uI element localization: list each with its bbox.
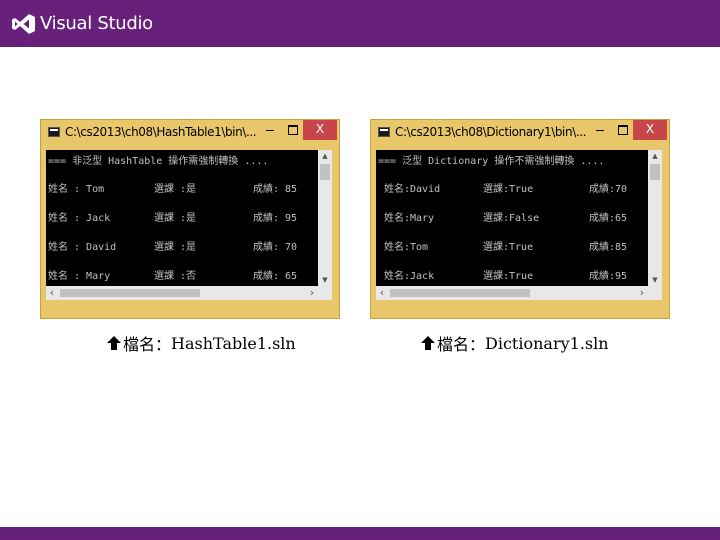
close-button[interactable]: X (633, 120, 667, 140)
scroll-thumb[interactable] (60, 289, 200, 297)
minimize-button[interactable] (589, 120, 611, 140)
close-button[interactable]: X (303, 120, 337, 140)
caption-label: 檔名： (123, 335, 172, 354)
vertical-scrollbar[interactable]: ▲ ▼ (648, 150, 662, 286)
row-choice: 選課:True (483, 271, 534, 282)
window-title: C:\cs2013\ch08\HashTable1\bin\... (65, 125, 257, 139)
scroll-left-icon[interactable]: ‹ (46, 286, 58, 300)
window-titlebar[interactable]: C:\cs2013\ch08\HashTable1\bin\... X (41, 120, 339, 146)
console-header-line: === 非泛型 HashTable 操作需強制轉換 .... (48, 156, 269, 167)
row-choice: 選課 :是 (154, 213, 197, 224)
scroll-corner (648, 286, 662, 300)
row-choice: 選課 :是 (154, 184, 197, 195)
row-score: 成績:70 (589, 184, 628, 195)
console-output[interactable]: === 非泛型 HashTable 操作需強制轉換 .... 姓名 : Tom … (46, 150, 332, 300)
row-choice: 選課:True (483, 242, 534, 253)
horizontal-scrollbar[interactable]: ‹ › (376, 286, 662, 300)
row-name: 姓名:Tom (384, 242, 429, 253)
brand-title: Visual Studio (40, 13, 153, 34)
scroll-right-icon[interactable]: › (306, 286, 318, 300)
scroll-thumb[interactable] (320, 164, 330, 180)
console-icon (48, 127, 60, 137)
caption-filename: HashTable1.sln (171, 333, 296, 353)
row-score: 成績: 65 (253, 271, 298, 282)
caption-label: 檔名： (437, 335, 486, 354)
arrow-up-icon (421, 336, 435, 350)
console-window-dictionary[interactable]: C:\cs2013\ch08\Dictionary1\bin\... X ===… (370, 119, 670, 319)
row-choice: 選課 :是 (154, 242, 197, 253)
console-output[interactable]: === 泛型 Dictionary 操作不需強制轉換 .... 姓名:David… (376, 150, 662, 300)
scroll-up-icon[interactable]: ▲ (648, 150, 662, 162)
window-title: C:\cs2013\ch08\Dictionary1\bin\... (395, 125, 587, 139)
scroll-thumb[interactable] (390, 289, 530, 297)
row-score: 成績:95 (589, 271, 628, 282)
row-score: 成績:85 (589, 242, 628, 253)
row-name: 姓名:Jack (384, 271, 435, 282)
horizontal-scrollbar[interactable]: ‹ › (46, 286, 332, 300)
scroll-thumb[interactable] (650, 164, 660, 180)
row-name: 姓名:Mary (384, 213, 435, 224)
row-choice: 選課:False (483, 213, 540, 224)
console-header-line: === 泛型 Dictionary 操作不需強制轉換 .... (378, 156, 605, 167)
scroll-up-icon[interactable]: ▲ (318, 150, 332, 162)
visual-studio-logo (12, 13, 35, 34)
console-icon (378, 127, 390, 137)
maximize-button[interactable] (282, 120, 304, 140)
row-score: 成績: 95 (253, 213, 298, 224)
footer-bar (0, 527, 720, 540)
scroll-right-icon[interactable]: › (636, 286, 648, 300)
row-score: 成績: 70 (253, 242, 298, 253)
caption-filename: Dictionary1.sln (485, 333, 609, 353)
row-name: 姓名:David (384, 184, 441, 195)
window-titlebar[interactable]: C:\cs2013\ch08\Dictionary1\bin\... X (371, 120, 669, 146)
maximize-button[interactable] (612, 120, 634, 140)
console-window-hashtable[interactable]: C:\cs2013\ch08\HashTable1\bin\... X === … (40, 119, 340, 319)
file-caption: 檔名： Dictionary1.sln (421, 331, 609, 355)
row-score: 成績: 85 (253, 184, 298, 195)
row-choice: 選課 :否 (154, 271, 197, 282)
row-name: 姓名 : Tom (48, 184, 105, 195)
row-name: 姓名 : David (48, 242, 117, 253)
vertical-scrollbar[interactable]: ▲ ▼ (318, 150, 332, 286)
scroll-down-icon[interactable]: ▼ (318, 274, 332, 286)
file-caption: 檔名： HashTable1.sln (107, 331, 296, 355)
scroll-down-icon[interactable]: ▼ (648, 274, 662, 286)
row-name: 姓名 : Jack (48, 213, 111, 224)
arrow-up-icon (107, 336, 121, 350)
row-choice: 選課:True (483, 184, 534, 195)
row-score: 成績:65 (589, 213, 628, 224)
scroll-left-icon[interactable]: ‹ (376, 286, 388, 300)
minimize-button[interactable] (259, 120, 281, 140)
scroll-corner (318, 286, 332, 300)
row-name: 姓名 : Mary (48, 271, 111, 282)
header-bar: Visual Studio (0, 0, 720, 47)
